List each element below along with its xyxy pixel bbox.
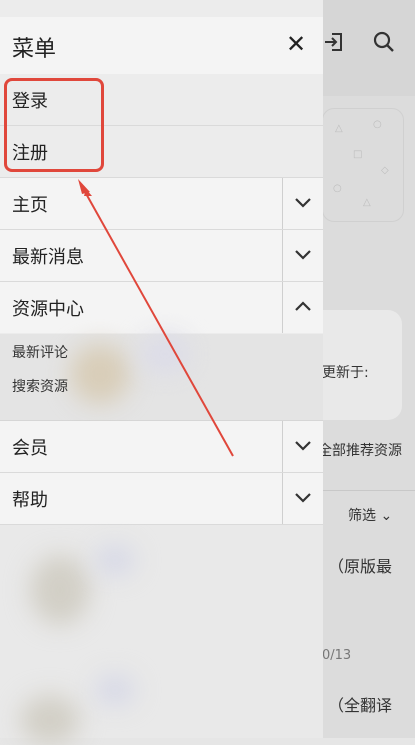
annotation-arrow-icon: [78, 179, 234, 457]
